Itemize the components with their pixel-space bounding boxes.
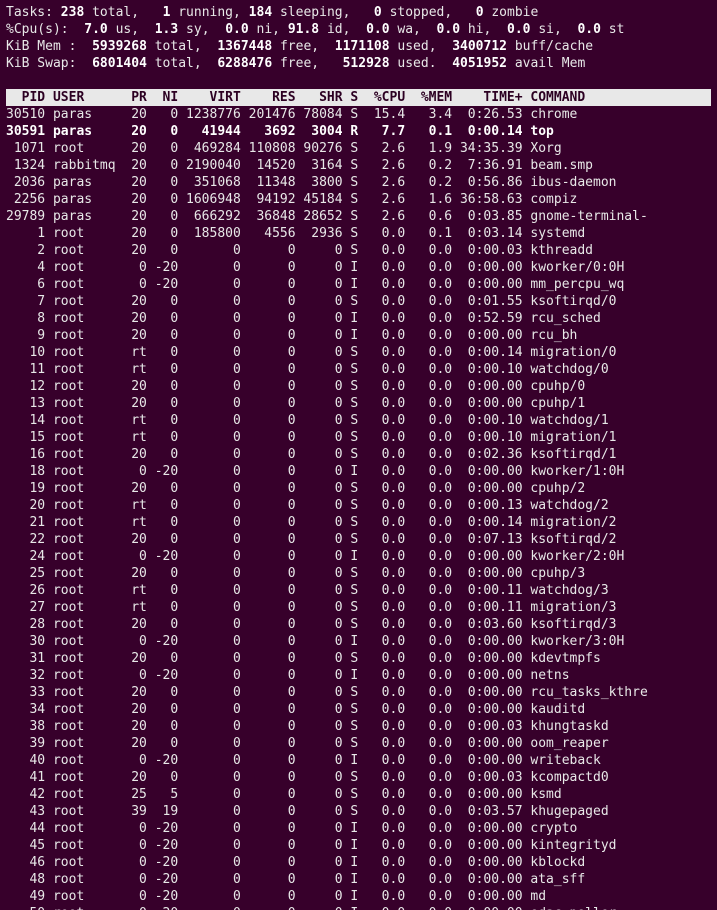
process-row: 31 root 20 0 0 0 0 S 0.0 0.0 0:00.00 kde…	[6, 650, 711, 667]
process-row: 50 root 0 -20 0 0 0 I 0.0 0.0 0:00.00 ed…	[6, 905, 711, 910]
process-row: 32 root 0 -20 0 0 0 I 0.0 0.0 0:00.00 ne…	[6, 667, 711, 684]
process-row: 38 root 20 0 0 0 0 S 0.0 0.0 0:00.03 khu…	[6, 718, 711, 735]
process-row: 30591 paras 20 0 41944 3692 3004 R 7.7 0…	[6, 123, 711, 140]
process-row: 18 root 0 -20 0 0 0 I 0.0 0.0 0:00.00 kw…	[6, 463, 711, 480]
process-row: 26 root rt 0 0 0 0 S 0.0 0.0 0:00.11 wat…	[6, 582, 711, 599]
blank-line	[6, 72, 711, 89]
process-row: 24 root 0 -20 0 0 0 I 0.0 0.0 0:00.00 kw…	[6, 548, 711, 565]
process-row: 6 root 0 -20 0 0 0 I 0.0 0.0 0:00.00 mm_…	[6, 276, 711, 293]
mem-line: KiB Mem : 5939268 total, 1367448 free, 1…	[6, 38, 711, 55]
cpu-line: %Cpu(s): 7.0 us, 1.3 sy, 0.0 ni, 91.8 id…	[6, 21, 711, 38]
process-row: 25 root 20 0 0 0 0 S 0.0 0.0 0:00.00 cpu…	[6, 565, 711, 582]
process-row: 20 root rt 0 0 0 0 S 0.0 0.0 0:00.13 wat…	[6, 497, 711, 514]
process-row: 21 root rt 0 0 0 0 S 0.0 0.0 0:00.14 mig…	[6, 514, 711, 531]
process-row: 42 root 25 5 0 0 0 S 0.0 0.0 0:00.00 ksm…	[6, 786, 711, 803]
process-row: 39 root 20 0 0 0 0 S 0.0 0.0 0:00.00 oom…	[6, 735, 711, 752]
process-row: 33 root 20 0 0 0 0 S 0.0 0.0 0:00.00 rcu…	[6, 684, 711, 701]
process-row: 40 root 0 -20 0 0 0 I 0.0 0.0 0:00.00 wr…	[6, 752, 711, 769]
process-row: 2036 paras 20 0 351068 11348 3800 S 2.6 …	[6, 174, 711, 191]
process-row: 19 root 20 0 0 0 0 S 0.0 0.0 0:00.00 cpu…	[6, 480, 711, 497]
process-row: 34 root 20 0 0 0 0 S 0.0 0.0 0:00.00 kau…	[6, 701, 711, 718]
process-row: 30510 paras 20 0 1238776 201476 78084 S …	[6, 106, 711, 123]
process-row: 1324 rabbitmq 20 0 2190040 14520 3164 S …	[6, 157, 711, 174]
process-row: 43 root 39 19 0 0 0 S 0.0 0.0 0:03.57 kh…	[6, 803, 711, 820]
process-row: 46 root 0 -20 0 0 0 I 0.0 0.0 0:00.00 kb…	[6, 854, 711, 871]
process-row: 49 root 0 -20 0 0 0 I 0.0 0.0 0:00.00 md	[6, 888, 711, 905]
process-row: 10 root rt 0 0 0 0 S 0.0 0.0 0:00.14 mig…	[6, 344, 711, 361]
process-row: 7 root 20 0 0 0 0 S 0.0 0.0 0:01.55 ksof…	[6, 293, 711, 310]
process-row: 12 root 20 0 0 0 0 S 0.0 0.0 0:00.00 cpu…	[6, 378, 711, 395]
process-row: 41 root 20 0 0 0 0 S 0.0 0.0 0:00.03 kco…	[6, 769, 711, 786]
process-row: 1 root 20 0 185800 4556 2936 S 0.0 0.1 0…	[6, 225, 711, 242]
tasks-line: Tasks: 238 total, 1 running, 184 sleepin…	[6, 4, 711, 21]
process-row: 45 root 0 -20 0 0 0 I 0.0 0.0 0:00.00 ki…	[6, 837, 711, 854]
process-row: 8 root 20 0 0 0 0 I 0.0 0.0 0:52.59 rcu_…	[6, 310, 711, 327]
process-row: 1071 root 20 0 469284 110808 90276 S 2.6…	[6, 140, 711, 157]
process-row: 14 root rt 0 0 0 0 S 0.0 0.0 0:00.10 wat…	[6, 412, 711, 429]
terminal[interactable]: Tasks: 238 total, 1 running, 184 sleepin…	[0, 0, 717, 910]
process-row: 22 root 20 0 0 0 0 S 0.0 0.0 0:07.13 kso…	[6, 531, 711, 548]
process-row: 2 root 20 0 0 0 0 S 0.0 0.0 0:00.03 kthr…	[6, 242, 711, 259]
process-row: 16 root 20 0 0 0 0 S 0.0 0.0 0:02.36 kso…	[6, 446, 711, 463]
process-row: 30 root 0 -20 0 0 0 I 0.0 0.0 0:00.00 kw…	[6, 633, 711, 650]
process-row: 4 root 0 -20 0 0 0 I 0.0 0.0 0:00.00 kwo…	[6, 259, 711, 276]
process-row: 48 root 0 -20 0 0 0 I 0.0 0.0 0:00.00 at…	[6, 871, 711, 888]
process-row: 2256 paras 20 0 1606948 94192 45184 S 2.…	[6, 191, 711, 208]
process-row: 9 root 20 0 0 0 0 I 0.0 0.0 0:00.00 rcu_…	[6, 327, 711, 344]
process-row: 11 root rt 0 0 0 0 S 0.0 0.0 0:00.10 wat…	[6, 361, 711, 378]
column-header: PID USER PR NI VIRT RES SHR S %CPU %MEM …	[6, 89, 711, 106]
process-list: 30510 paras 20 0 1238776 201476 78084 S …	[6, 106, 711, 910]
swap-line: KiB Swap: 6801404 total, 6288476 free, 5…	[6, 55, 711, 72]
process-row: 29789 paras 20 0 666292 36848 28652 S 2.…	[6, 208, 711, 225]
process-row: 27 root rt 0 0 0 0 S 0.0 0.0 0:00.11 mig…	[6, 599, 711, 616]
process-row: 44 root 0 -20 0 0 0 I 0.0 0.0 0:00.00 cr…	[6, 820, 711, 837]
process-row: 15 root rt 0 0 0 0 S 0.0 0.0 0:00.10 mig…	[6, 429, 711, 446]
process-row: 13 root 20 0 0 0 0 S 0.0 0.0 0:00.00 cpu…	[6, 395, 711, 412]
process-row: 28 root 20 0 0 0 0 S 0.0 0.0 0:03.60 kso…	[6, 616, 711, 633]
